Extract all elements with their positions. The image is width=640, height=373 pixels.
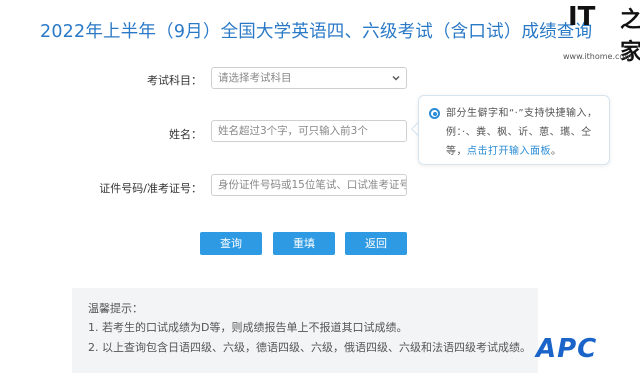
apc-logo: APC <box>536 334 598 364</box>
ithome-watermark-logo: IT 之家 <box>568 2 640 65</box>
notice-heading: 温馨提示： <box>88 302 143 315</box>
tip-text: 部分生僻字和“·”支持快捷输入，例：·、粪、枫、䜣、葸、瓗、仝等，点击打开输入面… <box>446 108 598 157</box>
watermark-brand: IT <box>568 2 596 32</box>
open-input-panel-link[interactable]: 点击打开输入面板 <box>467 146 551 157</box>
subject-select-value: 请选择考试科目 <box>218 72 292 84</box>
subject-label: 考试科目： <box>147 74 202 87</box>
subject-select[interactable]: 请选择考试科目 <box>211 67 407 89</box>
input-tip-popover: 部分生僻字和“·”支持快捷输入，例：·、粪、枫、䜣、葸、瓗、仝等，点击打开输入面… <box>418 95 610 165</box>
notice-line-1: 1. 若考生的口试成绩为D等，则成绩报告单上不报道其口试成绩。 <box>88 321 408 334</box>
radio-icon <box>429 108 440 119</box>
chevron-down-icon <box>392 76 400 81</box>
watermark-url: www.ithome.com <box>563 52 633 61</box>
id-label: 证件号码/准考证号： <box>99 182 202 195</box>
id-number-placeholder: 身份证件号码或15位笔试、口试准考证号 <box>218 179 407 191</box>
reset-button[interactable]: 重填 <box>273 232 335 255</box>
back-button[interactable]: 返回 <box>345 232 407 255</box>
name-input-placeholder: 姓名超过3个字，可只输入前3个 <box>218 125 368 137</box>
notice-line-2: 2. 以上查询包含日语四级、六级，德语四级、六级，俄语四级、六级和法语四级考试成… <box>88 341 531 354</box>
id-number-input[interactable]: 身份证件号码或15位笔试、口试准考证号 <box>211 174 407 196</box>
name-input[interactable]: 姓名超过3个字，可只输入前3个 <box>211 120 407 142</box>
page-title: 2022年上半年（9月）全国大学英语四、六级考试（含口试）成绩查询 <box>40 22 593 42</box>
name-label: 姓名： <box>169 128 202 141</box>
notice-panel: 温馨提示： 1. 若考生的口试成绩为D等，则成绩报告单上不报道其口试成绩。 2.… <box>72 288 538 373</box>
query-button[interactable]: 查询 <box>200 232 262 255</box>
